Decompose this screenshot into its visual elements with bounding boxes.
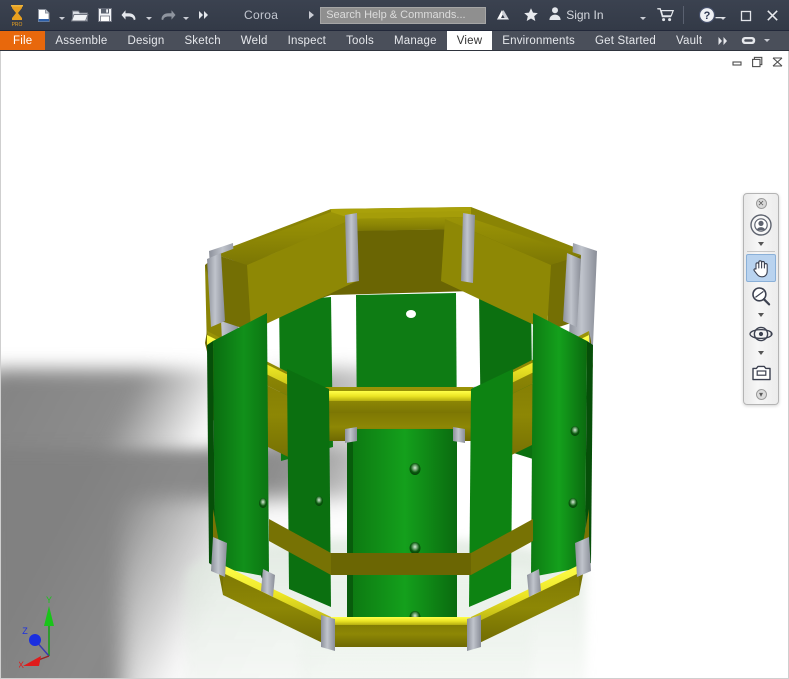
panel-hole <box>315 496 323 506</box>
svg-text:PRO: PRO <box>12 22 23 27</box>
maximize-window-button[interactable] <box>733 3 759 29</box>
user-icon <box>548 6 562 24</box>
coroa-model[interactable] <box>1 69 787 678</box>
x-axis-label: X <box>19 660 24 669</box>
navbar-close-icon[interactable]: ✕ <box>755 198 767 209</box>
sign-in-button[interactable]: Sign In <box>548 6 604 24</box>
bottom-rail-front <box>331 617 471 647</box>
zoom-dropdown[interactable] <box>746 310 776 320</box>
ribbon-tab-sketch[interactable]: Sketch <box>174 31 230 50</box>
graphics-viewport[interactable]: Y Z X ✕ ▾ <box>1 69 787 678</box>
title-bar: PRO Coroa Search Help & Commands... Sign… <box>0 0 789 31</box>
ribbon-display-icon[interactable] <box>736 31 775 50</box>
ribbon-tab-assemble[interactable]: Assemble <box>45 31 117 50</box>
open-file-button[interactable] <box>68 3 92 27</box>
ribbon-overflow-icon[interactable] <box>712 31 736 50</box>
new-file-button[interactable] <box>31 3 55 27</box>
top-rail-upper-left <box>217 212 357 331</box>
ribbon-tab-tools[interactable]: Tools <box>336 31 384 50</box>
minimize-window-button[interactable] <box>707 3 733 29</box>
ribbon-tab-get-started[interactable]: Get Started <box>585 31 666 50</box>
ribbon-tab-inspect[interactable]: Inspect <box>278 31 336 50</box>
new-file-dropdown[interactable] <box>56 3 67 27</box>
inventor-window: PRO Coroa Search Help & Commands... Sign… <box>0 0 789 679</box>
a360-icon[interactable] <box>492 4 514 26</box>
inventor-logo-icon[interactable]: PRO <box>4 1 30 29</box>
steering-wheel-dropdown[interactable] <box>746 239 776 249</box>
ribbon-tab-design[interactable]: Design <box>117 31 174 50</box>
3d-scene: Y Z X ✕ ▾ <box>1 69 787 678</box>
toolbar-divider <box>682 6 684 24</box>
title-expand-arrow-icon[interactable] <box>304 5 318 25</box>
axis-triad: Y Z X <box>19 594 99 669</box>
document-title: Coroa <box>244 8 279 22</box>
quick-access-toolbar: PRO <box>0 0 216 31</box>
ribbon-tab-vault[interactable]: Vault <box>666 31 712 50</box>
camera-look-at-icon[interactable] <box>746 358 776 386</box>
navbar-menu-icon[interactable]: ▾ <box>755 389 767 400</box>
undo-dropdown[interactable] <box>143 3 154 27</box>
orbit-icon[interactable] <box>746 320 776 348</box>
star-icon[interactable] <box>520 4 542 26</box>
save-file-button[interactable] <box>93 3 117 27</box>
document-window-controls <box>729 54 786 70</box>
redo-dropdown[interactable] <box>180 3 191 27</box>
x-axis-arrow <box>23 656 41 666</box>
panel-hole <box>409 463 421 475</box>
search-input[interactable] <box>320 6 487 24</box>
hand-pan-icon[interactable] <box>746 254 776 282</box>
panel-hole <box>259 498 267 508</box>
interior-hole-highlight <box>406 310 416 318</box>
orbit-dropdown[interactable] <box>746 348 776 358</box>
z-axis-arrow <box>29 634 41 646</box>
panel-hole <box>409 542 421 554</box>
sign-in-label: Sign In <box>566 8 604 22</box>
green-panel-center <box>347 429 457 639</box>
ribbon-tab-weld[interactable]: Weld <box>231 31 278 50</box>
document-restore-button[interactable] <box>749 55 766 70</box>
redo-button[interactable] <box>155 3 179 27</box>
panel-hole <box>570 426 580 436</box>
shopping-cart-icon[interactable] <box>655 4 677 26</box>
ribbon-tab-view[interactable]: View <box>446 31 493 50</box>
panel-hole <box>568 498 578 508</box>
navigation-bar: ✕ ▾ <box>743 193 779 405</box>
document-window: Y Z X ✕ ▾ <box>0 51 789 679</box>
window-controls <box>707 0 785 31</box>
navbar-divider <box>747 251 775 252</box>
ribbon-tab-file[interactable]: File <box>0 31 46 50</box>
sign-in-dropdown[interactable] <box>638 3 649 27</box>
undo-button[interactable] <box>118 3 142 27</box>
ribbon-tab-manage[interactable]: Manage <box>384 31 447 50</box>
y-axis-arrow <box>44 606 54 626</box>
z-axis-label: Z <box>22 626 28 636</box>
document-minimize-button[interactable] <box>729 55 746 70</box>
close-window-button[interactable] <box>759 3 785 29</box>
steering-wheel-icon[interactable] <box>746 211 776 239</box>
magnifier-zoom-icon[interactable] <box>746 282 776 310</box>
document-close-button[interactable] <box>769 55 786 70</box>
ribbon-tab-bar: File Assemble Design Sketch Weld Inspect… <box>0 31 789 51</box>
y-axis-label: Y <box>46 595 52 605</box>
ribbon-tab-environments[interactable]: Environments <box>492 31 585 50</box>
customize-qat-button[interactable] <box>192 3 216 27</box>
